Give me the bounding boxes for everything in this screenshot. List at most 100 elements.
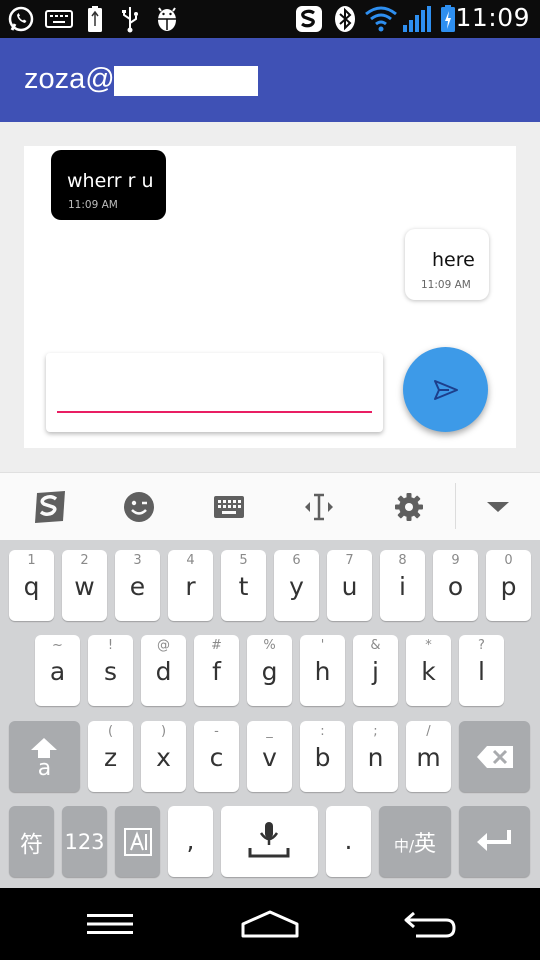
key-k[interactable]: * k — [406, 635, 451, 706]
key-label: g — [261, 657, 278, 686]
key-label: q — [23, 572, 40, 601]
input-underline — [57, 411, 372, 413]
key-hint: / — [426, 724, 431, 739]
key-i[interactable]: 8i — [380, 550, 425, 621]
backspace-key[interactable] — [459, 721, 530, 792]
emoji-icon[interactable] — [119, 487, 159, 527]
key-hint: : — [320, 724, 325, 739]
key-label: p — [500, 572, 517, 601]
symbols-key[interactable]: 符 — [9, 806, 54, 877]
keyboard-icon[interactable] — [209, 487, 249, 527]
key-hint: 0 — [504, 553, 513, 568]
gear-icon[interactable] — [389, 487, 429, 527]
key-l[interactable]: ? l — [459, 635, 504, 706]
chevron-down-icon[interactable] — [478, 487, 518, 527]
comma-key[interactable]: , — [168, 806, 213, 877]
key-hint: @ — [157, 638, 170, 653]
key-hint: _ — [266, 724, 273, 739]
send-button[interactable] — [403, 347, 488, 432]
key-z[interactable]: (z — [88, 721, 133, 792]
key-hint: 8 — [398, 553, 407, 568]
screen: 11:09 zoza@ wherr r u 11:09 AM here 11:0… — [0, 0, 540, 960]
symbols-key-label: 符 — [20, 831, 43, 858]
enter-key[interactable] — [459, 806, 530, 877]
key-label: r — [185, 572, 196, 601]
key-a[interactable]: ~ a — [35, 635, 80, 706]
key-b[interactable]: :b — [300, 721, 345, 792]
key-p[interactable]: 0p — [486, 550, 531, 621]
key-q[interactable]: 1q — [9, 550, 54, 621]
signal-icon — [400, 5, 434, 33]
key-label: a — [49, 657, 66, 686]
key-label: s — [103, 657, 118, 686]
whatsapp-icon — [6, 5, 36, 33]
key-c[interactable]: -c — [194, 721, 239, 792]
comma-key-label: , — [186, 826, 195, 855]
key-hint: ~ — [52, 638, 63, 653]
key-x[interactable]: ) x — [141, 721, 186, 792]
key-n[interactable]: ; n — [353, 721, 398, 792]
key-label: c — [209, 743, 224, 772]
keyboard: 1q2w3e4r5t6y7u8i9o0p ~ a! s @ d # f% g ' h & j * k? l … — [0, 540, 540, 888]
key-d[interactable]: @ d — [141, 635, 186, 706]
key-label: n — [367, 743, 384, 772]
cursor-move-icon[interactable] — [299, 487, 339, 527]
keyboard-toolbar — [0, 472, 540, 540]
key-hint: ) — [160, 724, 167, 739]
status-bar: 11:09 — [0, 0, 540, 38]
message-incoming[interactable]: wherr r u 11:09 AM — [51, 150, 166, 220]
title-redaction — [114, 66, 258, 96]
usb-icon — [118, 5, 142, 33]
key-y[interactable]: 6y — [274, 550, 319, 621]
bluetooth-icon — [333, 5, 357, 33]
key-hint: 2 — [80, 553, 89, 568]
menu-button[interactable] — [80, 906, 140, 942]
key-hint: & — [370, 638, 381, 653]
key-v[interactable]: _ v — [247, 721, 292, 792]
key-label: d — [155, 657, 172, 686]
period-key[interactable]: . — [326, 806, 371, 877]
language-switch-key[interactable]: 中/英 — [379, 806, 451, 877]
key-label: h — [314, 657, 331, 686]
numbers-key-label: 123 — [64, 829, 105, 854]
space-voice-key[interactable] — [221, 806, 318, 877]
status-time: 11:09 — [455, 3, 530, 32]
numbers-key[interactable]: 123 — [62, 806, 107, 877]
key-e[interactable]: 3e — [115, 550, 160, 621]
key-m[interactable]: / m — [406, 721, 451, 792]
key-r[interactable]: 4r — [168, 550, 213, 621]
key-g[interactable]: % g — [247, 635, 292, 706]
key-u[interactable]: 7u — [327, 550, 372, 621]
message-text: here — [432, 249, 475, 271]
home-button[interactable] — [240, 906, 300, 942]
shift-key[interactable]: a — [9, 721, 80, 792]
message-composer — [46, 353, 383, 432]
key-hint: - — [214, 724, 219, 739]
message-outgoing[interactable]: here 11:09 AM — [405, 229, 489, 300]
key-label: b — [314, 743, 331, 772]
key-t[interactable]: 5t — [221, 550, 266, 621]
key-label: v — [262, 743, 277, 772]
text-input-mode-key[interactable] — [115, 806, 160, 877]
key-w[interactable]: 2w — [62, 550, 107, 621]
enter-icon — [477, 830, 511, 851]
key-f[interactable]: # f — [194, 635, 239, 706]
app-bar: zoza@ — [0, 38, 540, 122]
key-hint: ( — [107, 724, 114, 739]
key-label: x — [156, 743, 171, 772]
key-hint: 4 — [186, 553, 195, 568]
key-label: l — [478, 657, 485, 686]
microphone-icon — [248, 822, 290, 858]
key-j[interactable]: & j — [353, 635, 398, 706]
sogou-logo-icon[interactable] — [30, 487, 70, 527]
period-key-label: . — [344, 826, 353, 855]
back-icon — [404, 911, 456, 938]
back-button[interactable] — [400, 906, 460, 942]
key-hint: ; — [373, 724, 378, 739]
key-h[interactable]: ' h — [300, 635, 345, 706]
message-input[interactable] — [58, 367, 372, 411]
key-o[interactable]: 9o — [433, 550, 478, 621]
key-s[interactable]: ! s — [88, 635, 133, 706]
send-icon — [433, 379, 458, 400]
key-hint: * — [425, 638, 432, 653]
